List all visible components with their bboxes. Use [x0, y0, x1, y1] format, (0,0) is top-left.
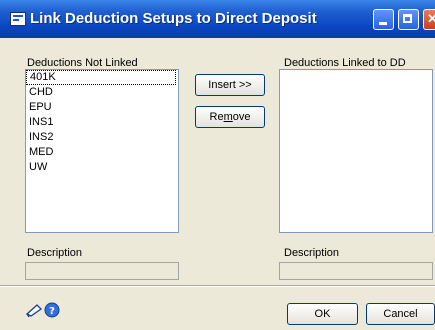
- dialog-window: Link Deduction Setups to Direct Deposit …: [0, 0, 435, 330]
- remove-label: Remove: [209, 111, 251, 123]
- left-description-label: Description: [27, 247, 83, 259]
- list-item[interactable]: CHD: [26, 85, 178, 100]
- insert-button[interactable]: Insert >>: [195, 74, 265, 96]
- not-linked-label: Deductions Not Linked: [27, 57, 138, 69]
- close-button[interactable]: [423, 9, 435, 30]
- right-description-field: [279, 262, 433, 280]
- svg-text:?: ?: [49, 306, 55, 317]
- not-linked-list[interactable]: 401K CHD EPU INS1 INS2 MED UW: [25, 69, 179, 233]
- list-item[interactable]: INS2: [26, 130, 178, 145]
- right-description-label: Description: [284, 247, 340, 259]
- note-icon[interactable]: [25, 302, 43, 323]
- footer-divider: [0, 285, 435, 287]
- window-title: Link Deduction Setups to Direct Deposit: [30, 10, 317, 27]
- linked-label: Deductions Linked to DD: [284, 57, 406, 69]
- list-item[interactable]: INS1: [26, 115, 178, 130]
- maximize-button[interactable]: [398, 9, 419, 30]
- left-description-field: [25, 262, 179, 280]
- list-item[interactable]: EPU: [26, 100, 178, 115]
- list-item[interactable]: MED: [26, 145, 178, 160]
- minimize-button[interactable]: [373, 9, 394, 30]
- remove-button[interactable]: Remove: [195, 106, 265, 128]
- list-item[interactable]: UW: [26, 160, 178, 175]
- linked-list[interactable]: [279, 69, 433, 233]
- title-bar: Link Deduction Setups to Direct Deposit: [0, 0, 435, 38]
- help-icon[interactable]: ?: [44, 302, 60, 323]
- ok-button[interactable]: OK: [287, 303, 358, 325]
- window-icon: [10, 12, 26, 26]
- cancel-button[interactable]: Cancel: [366, 303, 435, 325]
- list-item[interactable]: 401K: [26, 70, 176, 85]
